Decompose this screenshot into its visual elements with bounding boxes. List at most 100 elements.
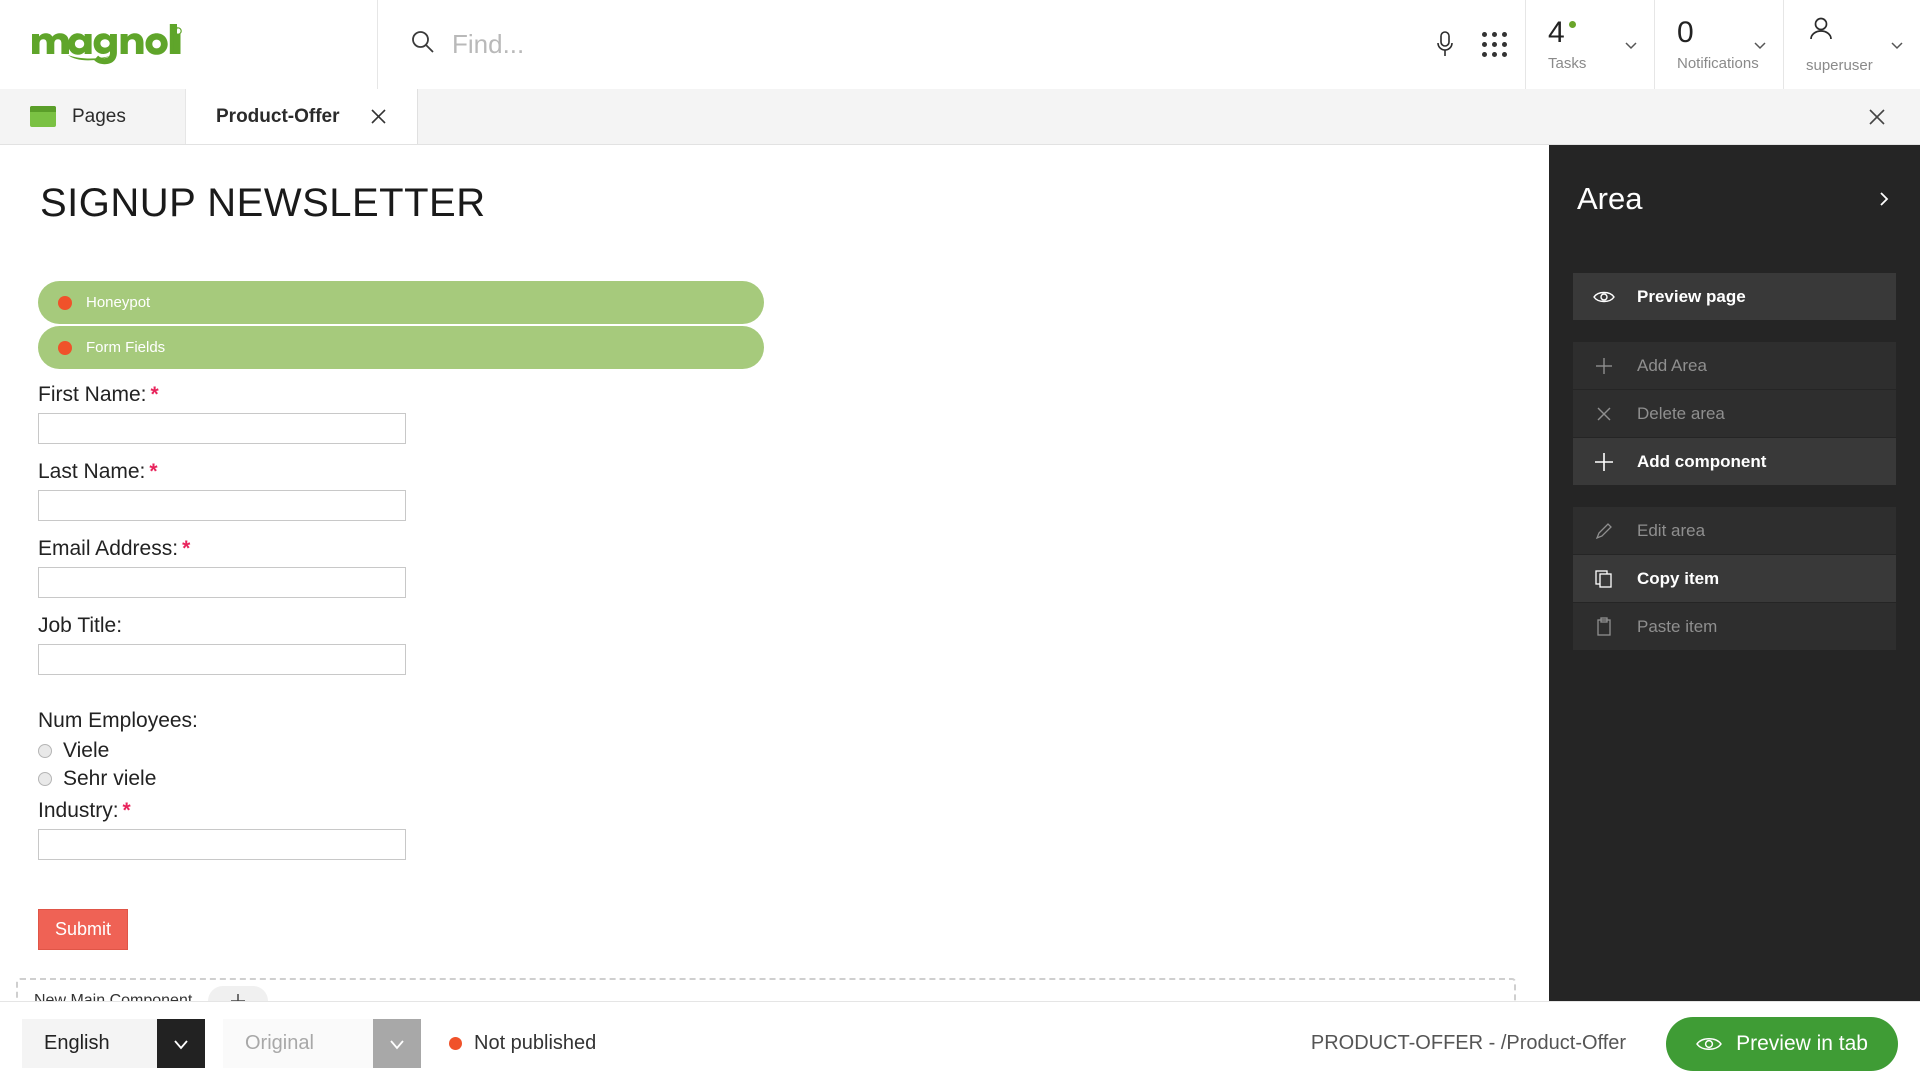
sidebar-item-paste-item[interactable]: Paste item (1573, 603, 1896, 651)
status-bar: English Original Not published PRODUCT-O… (0, 1001, 1920, 1085)
magnolia-app: 4 Tasks 0 Notifications (0, 0, 1920, 1085)
chevron-down-icon[interactable] (1890, 38, 1904, 52)
num-employees-label: Num Employees: (38, 709, 198, 732)
eye-icon (1696, 1037, 1723, 1050)
chevron-down-icon[interactable] (1753, 38, 1767, 52)
required-asterisk: * (150, 383, 159, 406)
sidebar-group-preview: Preview page (1573, 273, 1896, 321)
job-title-input[interactable] (38, 644, 406, 675)
required-asterisk: * (149, 460, 158, 483)
sidebar-item-label: Paste item (1637, 616, 1718, 636)
chevron-right-icon[interactable] (1876, 191, 1892, 207)
microphone-icon[interactable] (1434, 30, 1456, 60)
plus-icon (1593, 355, 1615, 377)
sidebar-group-item: Edit area Copy item Paste item (1573, 507, 1896, 651)
email-address-label: Email Address: * (38, 537, 1549, 561)
status-badge (449, 1037, 462, 1050)
clipboard-icon (1593, 616, 1615, 638)
language-value: English (22, 1019, 157, 1068)
sidebar-item-add-area[interactable]: Add Area (1573, 342, 1896, 390)
user-menu[interactable]: superuser (1784, 0, 1920, 89)
sidebar-item-copy-item[interactable]: Copy item (1573, 555, 1896, 603)
tab-bar-spacer (417, 89, 1834, 144)
version-select[interactable]: Original (223, 1019, 421, 1068)
signup-form: First Name: * Last Name: * Email Address: *… (0, 383, 1549, 950)
apps-grid-icon[interactable] (1482, 32, 1507, 57)
sidebar-item-label: Edit area (1637, 520, 1706, 540)
publication-status: Not published (449, 1032, 596, 1055)
eye-icon (1593, 286, 1615, 308)
label-text: First Name: (38, 383, 147, 406)
status-dot (58, 340, 72, 355)
component-label: Form Fields (86, 339, 166, 356)
radio-button[interactable] (38, 772, 52, 786)
chevron-down-icon[interactable] (1624, 38, 1638, 52)
page-editor-canvas: SIGNUP NEWSLETTER Honeypot Form Fields F… (0, 145, 1549, 1001)
sidebar-item-add-component[interactable]: Add component (1573, 438, 1896, 486)
sidebar-item-preview-page[interactable]: Preview page (1573, 273, 1896, 321)
sidebar-item-label: Copy item (1637, 568, 1720, 588)
sidebar-group-area: Add Area Delete area Add component (1573, 342, 1896, 486)
language-select[interactable]: English (22, 1019, 205, 1068)
sidebar-item-delete-area[interactable]: Delete area (1573, 390, 1896, 438)
close-icon[interactable] (370, 108, 387, 125)
sidebar-header: Area (1573, 145, 1896, 217)
label-text: Email Address: (38, 537, 179, 560)
notifications-menu[interactable]: 0 Notifications (1655, 0, 1784, 89)
job-title-label: Job Title: (38, 614, 123, 637)
preview-in-tab-label: Preview in tab (1736, 1031, 1868, 1055)
close-icon (1869, 108, 1885, 125)
page-title: SIGNUP NEWSLETTER (40, 181, 486, 225)
radio-label: Sehr viele (63, 767, 157, 790)
plus-icon (1593, 451, 1615, 473)
action-sidebar: Area Preview page Add Area Delete area A… (1549, 145, 1920, 1001)
copy-icon (1593, 568, 1615, 590)
plus-icon (231, 994, 246, 1001)
required-asterisk: * (122, 799, 131, 822)
industry-label: Industry: * (38, 799, 1549, 823)
label-text: Industry: (38, 799, 119, 822)
radio-option-sehr-viele[interactable]: Sehr viele (38, 767, 1549, 791)
tab-product-offer[interactable]: Product-Offer (186, 89, 418, 144)
last-name-input[interactable] (38, 490, 406, 521)
sidebar-title: Area (1577, 181, 1643, 216)
component-bar-honeypot[interactable]: Honeypot (38, 281, 764, 324)
component-bar-form-fields[interactable]: Form Fields (38, 326, 764, 369)
new-main-component-label: New Main Component (34, 992, 193, 1001)
sidebar-item-label: Preview page (1637, 286, 1746, 306)
first-name-label: First Name: * (38, 383, 1549, 407)
version-value: Original (223, 1019, 373, 1068)
submit-button[interactable]: Submit (38, 909, 128, 950)
app-header: 4 Tasks 0 Notifications (0, 0, 1920, 89)
industry-input[interactable] (38, 829, 406, 860)
radio-option-viele[interactable]: Viele (38, 739, 1549, 763)
tasks-status-dot (1568, 20, 1576, 28)
sidebar-item-label: Add component (1637, 451, 1767, 471)
pencil-icon (1593, 520, 1615, 542)
search-cell (378, 0, 1526, 89)
sidebar-item-edit-area[interactable]: Edit area (1573, 507, 1896, 555)
publication-status-text: Not published (474, 1032, 597, 1054)
add-component-button[interactable] (208, 986, 269, 1001)
radio-button[interactable] (38, 744, 52, 758)
search-icon (410, 29, 436, 60)
new-main-component-dropzone[interactable]: New Main Component (16, 978, 1516, 1001)
first-name-input[interactable] (38, 413, 406, 444)
notifications-count: 0 (1677, 15, 1694, 49)
search-input[interactable] (452, 29, 1052, 60)
chevron-down-icon[interactable] (157, 1019, 205, 1068)
user-name: superuser (1806, 56, 1873, 74)
editor-body: SIGNUP NEWSLETTER Honeypot Form Fields F… (0, 145, 1920, 1001)
email-address-input[interactable] (38, 567, 406, 598)
tasks-count: 4 (1548, 15, 1565, 49)
tab-bar: Pages Product-Offer (0, 89, 1920, 145)
tasks-menu[interactable]: 4 Tasks (1526, 0, 1655, 89)
sidebar-item-label: Delete area (1637, 403, 1725, 423)
tab-product-offer-label: Product-Offer (216, 105, 340, 127)
chevron-down-icon[interactable] (373, 1019, 421, 1068)
close-all-button[interactable] (1834, 89, 1920, 144)
required-asterisk: * (182, 537, 191, 560)
logo-cell[interactable] (0, 0, 378, 89)
tab-pages[interactable]: Pages (0, 89, 186, 144)
preview-in-tab-button[interactable]: Preview in tab (1666, 1016, 1898, 1071)
